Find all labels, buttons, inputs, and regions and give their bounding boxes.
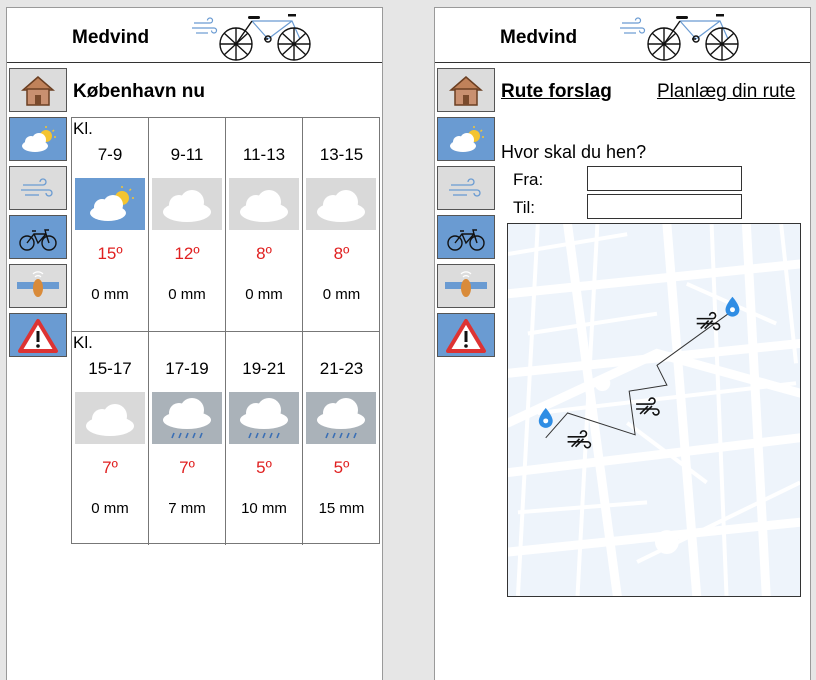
time-slot: 21-23: [319, 359, 364, 378]
temperature: 15º: [97, 244, 123, 263]
precipitation: 15 mm: [318, 500, 365, 517]
warning-triangle-icon: [17, 318, 59, 354]
precipitation: 0 mm: [245, 286, 283, 303]
wind-sock-icon: [445, 271, 487, 303]
to-input[interactable]: [587, 194, 742, 219]
forecast-cell: 21-23 5º 15 mm: [303, 332, 380, 545]
forecast-cell: 17-19 7º 7 mm: [149, 332, 226, 545]
weather-button[interactable]: [9, 117, 67, 161]
time-slot: 7-9: [97, 145, 123, 164]
temperature: 5º: [333, 458, 350, 477]
kl-label: Kl.: [73, 119, 93, 138]
plan-route-link[interactable]: Planlæg din rute: [657, 81, 795, 103]
destination-question: Hvor skal du hen?: [501, 142, 647, 162]
house-icon: [445, 75, 487, 107]
time-slot: 19-21: [242, 359, 286, 378]
time-slot: 9-11: [170, 145, 204, 164]
cloudy-icon: [75, 392, 145, 444]
bicycle-with-wind-logo: [192, 11, 312, 61]
partly-sunny-icon: [75, 178, 145, 230]
temperature: 8º: [256, 244, 272, 263]
rain-icon: [306, 392, 376, 444]
kl-label: Kl.: [73, 333, 93, 352]
forecast-grid: Kl. 7-9 15º 0 mm 9-11 12º 0 mm 11-13 8º …: [71, 117, 380, 545]
rain-icon: [229, 392, 299, 444]
wind-icon: [445, 173, 487, 205]
from-label: Fra:: [513, 170, 544, 189]
house-icon: [17, 75, 59, 107]
app-title: Medvind: [500, 27, 578, 48]
wind-button[interactable]: [9, 166, 67, 210]
home-button[interactable]: [9, 68, 67, 112]
temperature: 7º: [102, 458, 118, 477]
weather-button[interactable]: [437, 117, 495, 161]
time-slot: 17-19: [165, 359, 209, 378]
forecast-cell: 13-15 8º 0 mm: [303, 118, 380, 331]
wind-sock-icon: [17, 271, 59, 303]
wind-sock-button[interactable]: [437, 264, 495, 308]
app-header: Medvind: [7, 8, 382, 63]
warning-triangle-icon: [445, 318, 487, 354]
precipitation: 0 mm: [91, 286, 129, 303]
rain-icon: [152, 392, 222, 444]
from-input[interactable]: [587, 166, 742, 191]
bicycle-with-wind-logo: [620, 11, 740, 61]
time-slot: 15-17: [88, 359, 132, 378]
cloud-sun-icon: [17, 124, 59, 156]
page-title: København nu: [73, 81, 205, 102]
wind-sock-button[interactable]: [9, 264, 67, 308]
bicycle-icon: [445, 222, 487, 254]
bicycle-icon: [17, 222, 59, 254]
temperature: 5º: [256, 458, 272, 477]
precipitation: 0 mm: [168, 286, 206, 303]
home-button[interactable]: [437, 68, 495, 112]
forecast-cell: Kl. 15-17 7º 0 mm: [72, 332, 149, 545]
forecast-cell: Kl. 7-9 15º 0 mm: [72, 118, 149, 331]
precipitation: 7 mm: [168, 500, 206, 517]
warning-button[interactable]: [437, 313, 495, 357]
temperature: 8º: [333, 244, 350, 263]
app-title: Medvind: [72, 27, 150, 48]
route-button[interactable]: [9, 215, 67, 259]
forecast-cell: 19-21 5º 10 mm: [226, 332, 303, 545]
street-map: [508, 224, 800, 596]
forecast-cell: 11-13 8º 0 mm: [226, 118, 303, 331]
time-slot: 13-15: [319, 145, 364, 164]
to-label: Til:: [513, 198, 536, 217]
precipitation: 0 mm: [322, 286, 361, 303]
cloud-sun-icon: [445, 124, 487, 156]
temperature: 7º: [179, 458, 195, 477]
weather-screen: Medvind København nu Kl. 7-9 15º 0 mm 9-…: [6, 7, 383, 680]
precipitation: 10 mm: [241, 500, 287, 517]
route-screen: Medvind Rute forslag Planlæg din rute Hv…: [434, 7, 811, 680]
cloudy-icon: [152, 178, 222, 230]
wind-button[interactable]: [437, 166, 495, 210]
route-button[interactable]: [437, 215, 495, 259]
warning-button[interactable]: [9, 313, 67, 357]
cloudy-icon: [306, 178, 376, 230]
wind-icon: [17, 173, 59, 205]
route-map[interactable]: [507, 223, 801, 597]
precipitation: 0 mm: [91, 500, 129, 517]
temperature: 12º: [174, 244, 200, 263]
app-header: Medvind: [435, 8, 810, 63]
forecast-cell: 9-11 12º 0 mm: [149, 118, 226, 331]
cloudy-icon: [229, 178, 299, 230]
time-slot: 11-13: [242, 145, 286, 164]
route-suggestion-tab[interactable]: Rute forslag: [501, 81, 612, 103]
